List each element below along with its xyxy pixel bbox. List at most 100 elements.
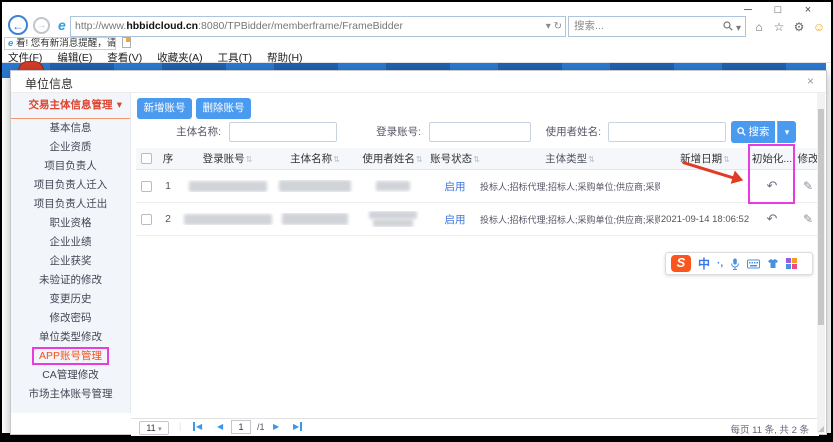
initialize-undo-icon[interactable]: ↶ — [767, 211, 778, 226]
sidebar-item-project-leader[interactable]: 项目负责人 — [11, 157, 130, 176]
punctuation-icon[interactable]: ·, — [717, 258, 723, 269]
redacted-subject-name — [279, 180, 351, 192]
refresh-icon[interactable]: ↻ — [554, 21, 562, 32]
ime-mode-icon[interactable]: 中 — [698, 255, 710, 272]
row-checkbox[interactable] — [141, 214, 152, 225]
sort-icon[interactable]: ⇅ — [246, 155, 253, 164]
subject-name-input[interactable] — [229, 122, 337, 142]
sort-icon[interactable]: ⇅ — [416, 155, 423, 164]
sidebar-item-leader-move-out[interactable]: 项目负责人迁出 — [11, 195, 130, 214]
sidebar-item-unit-type-change[interactable]: 单位类型修改 — [11, 328, 130, 347]
header-user[interactable]: 使用者姓名⇅ — [355, 151, 430, 166]
ie-logo-icon: e — [58, 17, 66, 33]
subject-type-cell: 投标人;招标代理;招标人;采购单位;供应商;采购代理 — [480, 180, 660, 193]
redacted-subject-name — [282, 213, 348, 225]
prev-page-icon[interactable]: ◀ — [217, 422, 223, 431]
sidebar-item-professional-qualification[interactable]: 职业资格 — [11, 214, 130, 233]
header-status[interactable]: 账号状态⇅ — [430, 151, 480, 166]
toolbox-grid-icon[interactable] — [786, 258, 797, 269]
sort-icon[interactable]: ⇅ — [473, 155, 480, 164]
login-account-input[interactable] — [429, 122, 531, 142]
microphone-icon[interactable] — [730, 258, 740, 270]
next-page-icon[interactable]: ▶ — [273, 422, 279, 431]
home-icon[interactable]: ⌂ — [749, 20, 769, 34]
search-input[interactable]: 搜索... ▾ — [568, 16, 746, 37]
tab-title: 看! 您有新消息提醒，请点... — [16, 38, 116, 49]
row-seq: 1 — [156, 180, 180, 192]
back-icon[interactable]: ← — [8, 15, 28, 35]
user-name-input[interactable] — [608, 122, 726, 142]
redacted-login — [189, 181, 267, 192]
sort-icon[interactable]: ⇅ — [333, 155, 340, 164]
sidebar-item-app-account-management[interactable]: APP账号管理 — [11, 347, 130, 366]
row-checkbox[interactable] — [141, 181, 152, 192]
sidebar-group-trade-subject[interactable]: 交易主体信息管理 ▾ — [11, 93, 130, 119]
browser-action-icons: ⌂☆⚙☺ — [749, 18, 829, 36]
add-account-button[interactable]: 新增账号 — [137, 98, 192, 119]
login-account-label: 登录账号: — [357, 121, 421, 143]
subject-name-label: 主体名称: — [149, 121, 221, 143]
last-page-icon[interactable]: ▶ — [293, 422, 302, 431]
panel-close-icon[interactable]: × — [807, 74, 814, 88]
scrollbar-thumb[interactable] — [818, 109, 824, 325]
new-tab-icon[interactable] — [122, 37, 131, 48]
sogou-logo-icon[interactable]: S — [671, 255, 691, 272]
tab-notification[interactable]: e 看! 您有新消息提醒，请点... × — [4, 37, 116, 50]
resize-grip-icon[interactable] — [818, 426, 824, 432]
sidebar: 交易主体信息管理 ▾ 基本信息 企业资质 项目负责人 项目负责人迁入 项目负责人… — [11, 93, 131, 413]
sort-icon[interactable]: ⇅ — [723, 155, 730, 164]
delete-account-button[interactable]: 删除账号 — [196, 98, 251, 119]
settings-gear-icon[interactable]: ⚙ — [789, 20, 809, 34]
date-cell: 2021-09-14 18:06:52 — [660, 214, 750, 225]
sidebar-item-market-subject-accounts[interactable]: 市场主体账号管理 — [11, 385, 130, 404]
main-content: 新增账号 删除账号 主体名称: 登录账号: 使用者姓名: 搜索 ▾ 序 登录账号… — [131, 93, 819, 436]
magnifier-icon — [737, 127, 746, 136]
sidebar-item-unverified-changes[interactable]: 未验证的修改 — [11, 271, 130, 290]
sort-icon[interactable]: ⇅ — [588, 155, 595, 164]
sidebar-group-label: 交易主体信息管理 — [29, 99, 113, 111]
header-type[interactable]: 主体类型⇅ — [480, 151, 660, 166]
sidebar-item-enterprise-performance[interactable]: 企业业绩 — [11, 233, 130, 252]
search-magnifier-icon[interactable] — [723, 21, 733, 31]
search-caret-icon[interactable]: ▾ — [736, 23, 741, 34]
smiley-feedback-icon[interactable]: ☺ — [809, 20, 829, 34]
sidebar-item-enterprise-awards[interactable]: 企业获奖 — [11, 252, 130, 271]
url-input[interactable]: http://www.hbbidcloud.cn:8080/TPBidder/m… — [70, 16, 566, 37]
header-name[interactable]: 主体名称⇅ — [275, 151, 355, 166]
redacted-user-name — [373, 219, 413, 227]
select-all-checkbox[interactable] — [141, 153, 152, 164]
vertical-scrollbar[interactable] — [817, 93, 825, 433]
search-button[interactable]: 搜索 — [731, 121, 775, 143]
search-placeholder: 搜索... — [574, 20, 604, 32]
sidebar-item-ca-management[interactable]: CA管理修改 — [11, 366, 130, 385]
redacted-user-name — [369, 211, 417, 219]
ime-toolbar: S 中 ·, — [665, 252, 813, 275]
first-page-icon[interactable]: ◀ — [193, 422, 202, 431]
url-prefix: http://www. — [75, 20, 126, 32]
header-login[interactable]: 登录账号⇅ — [180, 151, 275, 166]
favorites-star-icon[interactable]: ☆ — [769, 20, 789, 34]
caret-down-icon: ▾ — [158, 426, 162, 433]
tab-bar: e 看! 您有新消息提醒，请点... × — [4, 37, 833, 50]
forward-icon[interactable]: → — [33, 17, 50, 34]
edit-pencil-icon[interactable]: ✎ — [803, 212, 813, 226]
sidebar-item-change-history[interactable]: 变更历史 — [11, 290, 130, 309]
sidebar-item-change-password[interactable]: 修改密码 — [11, 309, 130, 328]
skin-shirt-icon[interactable] — [767, 258, 779, 269]
tab-ie-icon: e — [8, 38, 13, 49]
edit-pencil-icon[interactable]: ✎ — [803, 179, 813, 193]
redacted-login — [184, 214, 272, 225]
tab-close-icon[interactable]: × — [107, 38, 113, 49]
url-path: :8080/TPBidder/memberframe/FrameBidder — [198, 20, 403, 32]
url-dropdown-icon[interactable]: ▾ — [546, 21, 551, 32]
keyboard-icon[interactable] — [747, 259, 760, 269]
sidebar-item-basic-info[interactable]: 基本信息 — [11, 119, 130, 138]
search-options-caret-button[interactable]: ▾ — [777, 121, 796, 143]
page-number-input[interactable] — [231, 420, 251, 434]
page-size-select[interactable]: 11 ▾ — [139, 421, 169, 435]
sidebar-item-enterprise-qualification[interactable]: 企业资质 — [11, 138, 130, 157]
sidebar-item-leader-move-in[interactable]: 项目负责人迁入 — [11, 176, 130, 195]
pagination-bar: 11 ▾ | ◀ ◀ /1 ▶ ▶ 每页 11 条, 共 2 条 — [131, 418, 819, 436]
chevron-down-icon: ▾ — [117, 93, 122, 117]
row-seq: 2 — [156, 213, 180, 225]
